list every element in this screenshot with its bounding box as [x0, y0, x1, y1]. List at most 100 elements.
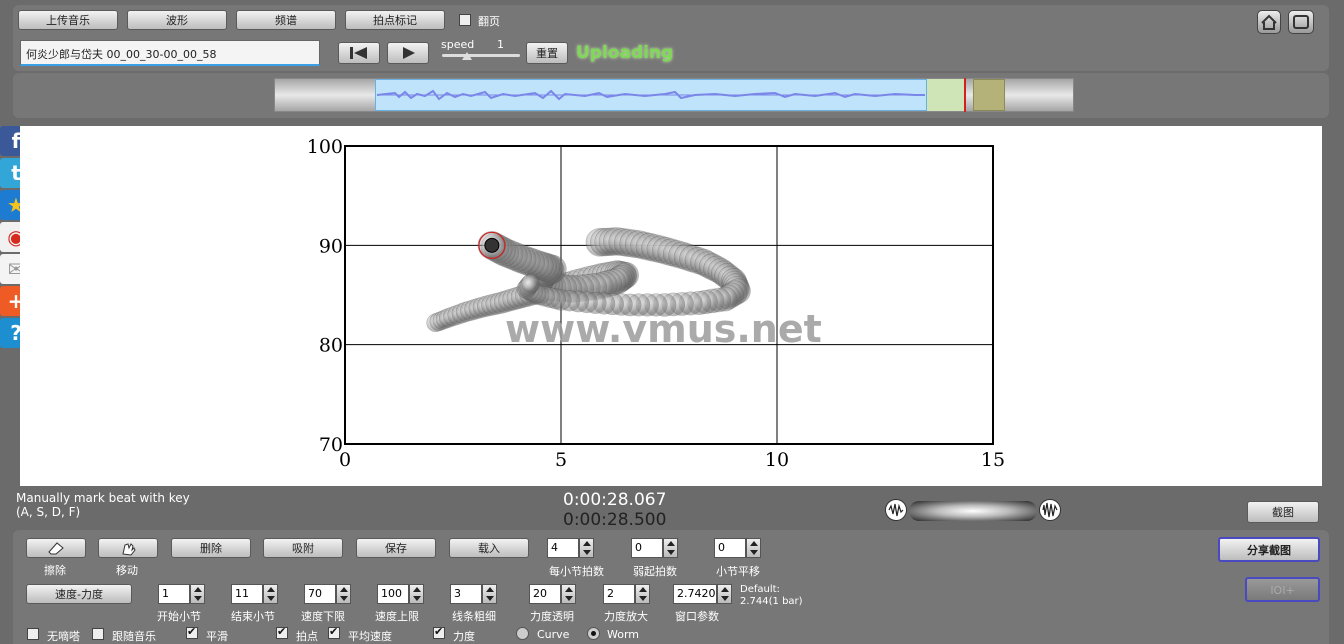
spectrum-button[interactable]: 频谱	[236, 10, 336, 30]
eraser-icon	[48, 542, 64, 555]
file-name-text: 何炎少郎与岱夫 00_00_30-00_00_58	[26, 48, 217, 61]
beat-point-checkbox[interactable]	[276, 625, 288, 639]
tempo-max-label: 速度上限	[375, 610, 419, 623]
start-bar-label: 开始小节	[157, 610, 201, 623]
no-squeak-checkbox[interactable]	[27, 628, 39, 640]
upload-music-button[interactable]: 上传音乐	[18, 10, 118, 30]
erase-button[interactable]	[26, 538, 86, 558]
prev-button[interactable]	[338, 42, 380, 64]
line-width-arrows[interactable]	[482, 584, 497, 604]
avg-tempo-label: 平均速度	[348, 630, 392, 643]
volume-max-icon[interactable]	[1039, 499, 1061, 521]
x-tick-label: 5	[555, 449, 567, 471]
tempo-min-arrows[interactable]	[336, 584, 351, 604]
beat-point-label: 拍点	[296, 630, 318, 643]
watermark-text: www.vmus.net	[505, 307, 822, 351]
tempo-max-arrows[interactable]	[409, 584, 424, 604]
window-stepper[interactable]: 2.7420	[673, 584, 735, 604]
hint-line-1: Manually mark beat with key	[16, 491, 190, 505]
curve-radio[interactable]	[516, 627, 529, 640]
tempo-min-value[interactable]: 70	[304, 584, 336, 604]
upload-status: Uploading	[576, 43, 674, 63]
worm-label: Worm	[607, 628, 640, 641]
y-tick-label: 100	[307, 136, 343, 158]
end-bar-value[interactable]: 11	[231, 584, 263, 604]
start-bar-value[interactable]: 1	[158, 584, 190, 604]
speed-value: 1	[497, 38, 504, 51]
dynamics-label: 力度	[453, 630, 475, 643]
speed-label: speed	[441, 38, 475, 51]
move-button[interactable]	[98, 538, 158, 558]
end-bar-arrows[interactable]	[263, 584, 278, 604]
follow-music-label: 跟随音乐	[112, 630, 156, 643]
bar-shift-value[interactable]: 0	[714, 538, 746, 558]
dyn-scale-value[interactable]: 2	[603, 584, 635, 604]
bar-shift-arrows[interactable]	[746, 538, 761, 558]
dyn-scale-label: 力度放大	[604, 610, 648, 623]
delete-button[interactable]: 删除	[171, 538, 251, 558]
end-bar-label: 结束小节	[231, 610, 275, 623]
window-value[interactable]: 2.7420	[673, 584, 717, 604]
speed-slider[interactable]	[442, 52, 520, 60]
volume-track[interactable]	[909, 501, 1037, 521]
pickup-value[interactable]: 0	[631, 538, 663, 558]
play-icon	[403, 47, 415, 59]
hand-icon	[122, 543, 136, 556]
speed-slider-thumb[interactable]	[462, 52, 472, 60]
page-flip-checkbox[interactable]	[459, 14, 471, 26]
tempo-min-label: 速度下限	[301, 610, 345, 623]
load-button[interactable]: 载入	[449, 538, 529, 558]
tempo-dynamics-button[interactable]: 速度-力度	[26, 584, 132, 604]
y-tick-label: 80	[319, 335, 343, 357]
total-time: 0:00:28.500	[563, 510, 667, 530]
home-icon[interactable]	[1257, 10, 1281, 34]
pickup-label: 弱起拍数	[633, 565, 677, 578]
playhead-marker[interactable]	[964, 78, 966, 112]
y-tick-label: 70	[319, 434, 343, 456]
avg-tempo-checkbox[interactable]	[328, 625, 340, 639]
screenshot-button[interactable]: 截图	[1247, 501, 1319, 523]
waveform-window-box[interactable]	[973, 79, 1005, 111]
file-name-field[interactable]: 何炎少郎与岱夫 00_00_30-00_00_58	[20, 40, 320, 66]
tempo-max-value[interactable]: 100	[377, 584, 409, 604]
beat-mark-button[interactable]: 拍点标记	[345, 10, 445, 30]
save-button[interactable]: 保存	[356, 538, 436, 558]
plot-canvas: 0 5 10 15 100 90 80 70 www.vmus.net	[20, 126, 1322, 486]
current-time: 0:00:28.067	[563, 490, 667, 510]
erase-label: 擦除	[44, 564, 66, 577]
dyn-alpha-value[interactable]: 20	[529, 584, 561, 604]
volume-min-icon[interactable]	[885, 499, 907, 521]
bar-shift-label: 小节平移	[716, 565, 760, 578]
dyn-alpha-arrows[interactable]	[561, 584, 576, 604]
start-bar-arrows[interactable]	[190, 584, 205, 604]
window-label: 窗口参数	[675, 610, 719, 623]
hint-line-2: (A, S, D, F)	[16, 505, 81, 519]
y-tick-label: 90	[319, 235, 343, 257]
ioi-button[interactable]: IOI+	[1245, 577, 1320, 602]
window-arrows[interactable]	[717, 584, 732, 604]
dynamics-checkbox[interactable]	[433, 625, 445, 639]
waveform-buffer-region	[927, 79, 965, 111]
pickup-arrows[interactable]	[663, 538, 678, 558]
beats-per-bar-value[interactable]: 4	[547, 538, 579, 558]
beats-per-bar-arrows[interactable]	[579, 538, 594, 558]
x-tick-label: 10	[765, 449, 789, 471]
waveform-track[interactable]	[274, 78, 1074, 112]
fullscreen-icon[interactable]	[1288, 10, 1314, 34]
smooth-checkbox[interactable]	[186, 625, 198, 639]
x-tick-label: 15	[981, 449, 1005, 471]
line-width-value[interactable]: 3	[450, 584, 482, 604]
follow-music-checkbox[interactable]	[92, 628, 104, 640]
default-line-1: Default:	[740, 584, 780, 595]
worm-radio[interactable]	[587, 627, 600, 640]
plot-svg: 0 5 10 15100908070www.vmus.net	[307, 136, 1005, 471]
reset-button[interactable]: 重置	[526, 42, 568, 64]
line-width-label: 线条粗细	[452, 610, 496, 623]
share-screenshot-button[interactable]: 分享截图	[1218, 537, 1320, 562]
snap-button[interactable]: 吸附	[263, 538, 343, 558]
dyn-alpha-label: 力度透明	[530, 610, 574, 623]
volume-control[interactable]	[885, 499, 1061, 523]
waveform-button[interactable]: 波形	[127, 10, 227, 30]
play-button[interactable]	[387, 42, 429, 64]
dyn-scale-arrows[interactable]	[635, 584, 650, 604]
